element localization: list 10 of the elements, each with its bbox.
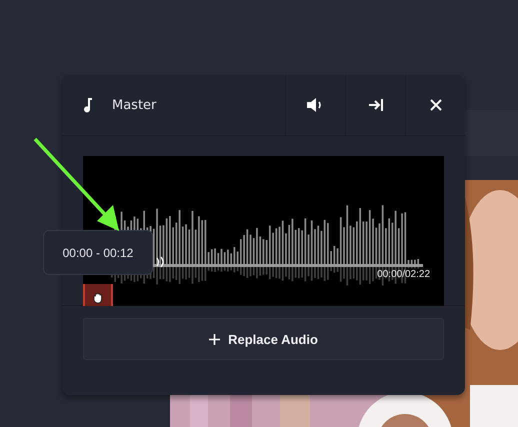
time-readout: 00:00/02:22 [377, 269, 430, 280]
arrow-to-bar-icon [368, 98, 384, 112]
music-note-icon [84, 97, 94, 113]
panel-title: Master [112, 98, 158, 112]
close-icon [430, 99, 442, 111]
plus-icon [209, 334, 220, 344]
selection-handle[interactable] [83, 284, 113, 306]
time-range-tooltip: 00:00 - 00:12 [43, 230, 153, 275]
replace-audio-button[interactable]: Replace Audio [83, 318, 444, 360]
hand-icon [92, 292, 104, 304]
